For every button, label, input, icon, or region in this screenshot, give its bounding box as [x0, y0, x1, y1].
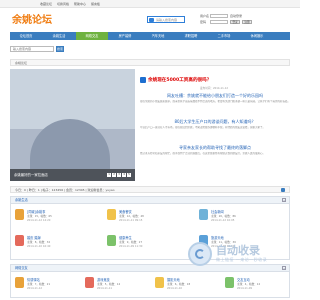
article-title[interactable]: 80后大学生压户口的游谈问题，有人知道吗？: [140, 119, 290, 125]
username-label: 用户名: [200, 14, 210, 18]
forum-last-post: 2014-11-11 09:15: [119, 219, 143, 222]
slider-dot[interactable]: 2: [112, 173, 116, 177]
header-search-placeholder: 请输入搜索内容: [156, 18, 178, 22]
forum-icon: [85, 277, 94, 288]
forum-last-post: 2014-11-10 16:40: [27, 245, 51, 248]
main-nav: 论坛首页 余姚生活 网络交友 房产装修 汽车天地 求职招聘 二手市场 休闲娱乐: [10, 32, 290, 40]
headline-icon: [140, 77, 146, 83]
forum-stats: 主题：8，帖数：32: [27, 241, 51, 244]
slider-dot[interactable]: 3: [117, 173, 121, 177]
top-link-style[interactable]: 切换风格: [57, 2, 69, 6]
search-icon[interactable]: [149, 18, 154, 22]
forum-last-post: 2014-11-10: [167, 287, 183, 290]
forum-item[interactable]: 摄影天地 主题：6，帖数：18 2014-11-10: [155, 275, 223, 299]
article-title[interactable]: 网友吐槽：余姚就不能给小朋友们打造一个好的乐园吗: [140, 93, 290, 99]
forum-last-post: 2014-11-11: [97, 287, 113, 290]
forum-last-post: 2014-11-12 14:20: [27, 219, 51, 222]
nav-item-fun[interactable]: 休闲娱乐: [241, 32, 273, 40]
headline-meta: 发布时间：2014-11-12: [200, 87, 229, 90]
forum-stats: 主题：12，帖数：48: [119, 215, 144, 218]
forum-item[interactable]: [同城]余姚事 主题：15，帖数：65 2014-11-12 14:20: [15, 207, 105, 231]
forum-icon: [107, 209, 116, 220]
forum-stats: 主题：9，帖数：27: [119, 241, 143, 244]
slider-dots: 12345: [106, 172, 131, 177]
login-form: 用户名 自动登录 密码 登录 注册: [200, 14, 290, 28]
breadcrumb[interactable]: 余姚论坛: [10, 59, 290, 66]
top-bar: 收藏论坛 切换风格 帮助中心 留言板: [0, 0, 300, 8]
nav-item-market[interactable]: 二手市场: [208, 32, 240, 40]
header-search-box[interactable]: 请输入搜索内容: [147, 16, 185, 23]
forum-icon: [15, 235, 24, 246]
section-title[interactable]: 网络交友: [15, 266, 28, 270]
forum-item[interactable]: 社会新闻 主题：20，帖数：86 2014-11-12 10:05: [199, 207, 289, 231]
article-item: 寻家亲友家长的帮助寻找了最终的落脚点 经过多方打听和亲友的帮忙，终于找到了合适的…: [140, 145, 290, 162]
forum-stats: 主题：5，帖数：14: [97, 283, 121, 286]
watermark-subtitle: 做上链接 一来访一秒收录: [216, 257, 268, 262]
username-input[interactable]: [210, 14, 228, 18]
top-link-favorite[interactable]: 收藏论坛: [40, 2, 52, 6]
nav-item-dating[interactable]: 网络交友: [76, 32, 108, 40]
nav-item-house[interactable]: 房产装修: [109, 32, 141, 40]
nav-item-home[interactable]: 论坛首页: [10, 32, 42, 40]
forum-item[interactable]: 交友互动 主题：4，帖数：12 2014-11-09: [225, 275, 289, 299]
register-button[interactable]: 注册: [242, 20, 252, 24]
article-desc: 经过多方打听和亲友的帮忙，终于找到了合适的落脚点，在这里感谢所有帮助过我的朋友们…: [140, 152, 266, 155]
watermark: 自动收录 做上链接 一来访一秒收录: [188, 238, 288, 278]
slider-dot[interactable]: 5: [127, 173, 131, 177]
forum-last-post: 2014-11-12: [27, 287, 43, 290]
forum-stats: 主题：4，帖数：12: [237, 283, 261, 286]
login-button[interactable]: 登录: [230, 20, 240, 24]
site-logo[interactable]: 余姚论坛: [12, 11, 52, 26]
nav-item-car[interactable]: 汽车天地: [142, 32, 174, 40]
forum-item[interactable]: 游戏竞技 主题：5，帖数：14 2014-11-11: [85, 275, 153, 299]
forum-icon: [155, 277, 164, 288]
rss-icon[interactable]: [281, 188, 285, 192]
password-label: 密码: [200, 20, 207, 24]
forum-stats: 主题：20，帖数：86: [211, 215, 236, 218]
top-links: 收藏论坛 切换风格 帮助中心 留言板: [40, 2, 104, 6]
search-input[interactable]: 输入搜索内容: [10, 46, 54, 52]
section-title[interactable]: 余姚生活: [15, 198, 28, 202]
password-input[interactable]: [210, 20, 228, 24]
forum-item[interactable]: 婚庆 婚嫁 主题：8，帖数：32 2014-11-10 16:40: [15, 233, 105, 257]
image-slider[interactable]: 余姚最好的一家拉面店 12345: [10, 69, 135, 181]
forum-item[interactable]: 美食餐饮 主题：12，帖数：48 2014-11-11 09:15: [107, 207, 197, 231]
headline-area: 余姚现在5000工资高的很吗？ 发布时间：2014-11-12 网友吐槽：余姚就…: [140, 69, 290, 181]
slider-dot[interactable]: 1: [107, 173, 111, 177]
auto-index-icon: [188, 242, 212, 266]
forum-icon: [199, 209, 208, 220]
forum-stats: 主题：15，帖数：65: [27, 215, 52, 218]
search-row: 输入搜索内容 搜索: [10, 44, 290, 54]
search-button[interactable]: 搜索: [56, 46, 64, 52]
forum-last-post: 2014-11-09 11:30: [119, 245, 143, 248]
forum-icon: [15, 209, 24, 220]
forum-last-post: 2014-11-12 10:05: [211, 219, 235, 222]
section-header: 余姚生活 −: [11, 197, 289, 204]
forum-icon: [225, 277, 234, 288]
forum-item[interactable]: 健康养生 主题：9，帖数：27 2014-11-09 11:30: [107, 233, 197, 257]
slider-dot[interactable]: 4: [122, 173, 126, 177]
nav-item-jobs[interactable]: 求职招聘: [175, 32, 207, 40]
forum-item[interactable]: 情感驿站 主题：7，帖数：21 2014-11-12: [15, 275, 83, 299]
collapse-icon[interactable]: −: [282, 198, 286, 202]
watermark-title: 自动收录: [216, 244, 260, 257]
forum-icon: [15, 277, 24, 288]
article-title[interactable]: 寻家亲友家长的帮助寻找了最终的落脚点: [140, 145, 290, 151]
forum-last-post: 2014-11-09: [237, 287, 253, 290]
autologin-label[interactable]: 自动登录: [230, 14, 242, 18]
top-link-help[interactable]: 帮助中心: [74, 2, 86, 6]
headline-title[interactable]: 余姚现在5000工资高的很吗？: [148, 77, 298, 83]
forum-icon: [107, 235, 116, 246]
article-item: 网友吐槽：余姚就不能给小朋友们打造一个好的乐园吗 现在余姚的小朋友越来越多，周末…: [140, 93, 290, 110]
top-link-guestbook[interactable]: 留言板: [91, 2, 100, 6]
nav-item-life[interactable]: 余姚生活: [43, 32, 75, 40]
article-item: 80后大学生压户口的游谈问题，有人知道吗？ 毕业后户口一直挂在人才市场，现在想迁…: [140, 119, 290, 136]
forum-stats: 主题：6，帖数：18: [167, 283, 191, 286]
forum-stats: 主题：7，帖数：21: [27, 283, 51, 286]
article-desc: 现在余姚的小朋友越来越多，周末带孩子出去玩都找不到合适的地方，希望有关部门能多建…: [140, 100, 290, 103]
forum-stats-text: 今日：0 | 昨日：1 | 帖子：123456 | 会员：12345 | 欢迎新…: [15, 188, 115, 192]
article-desc: 毕业后户口一直挂在人才市场，现在想迁回余姚，不知道需要办理哪些手续，有经验的朋友…: [140, 126, 266, 129]
forum-stats-bar: 今日：0 | 昨日：1 | 帖子：123456 | 会员：12345 | 欢迎新…: [10, 186, 290, 193]
